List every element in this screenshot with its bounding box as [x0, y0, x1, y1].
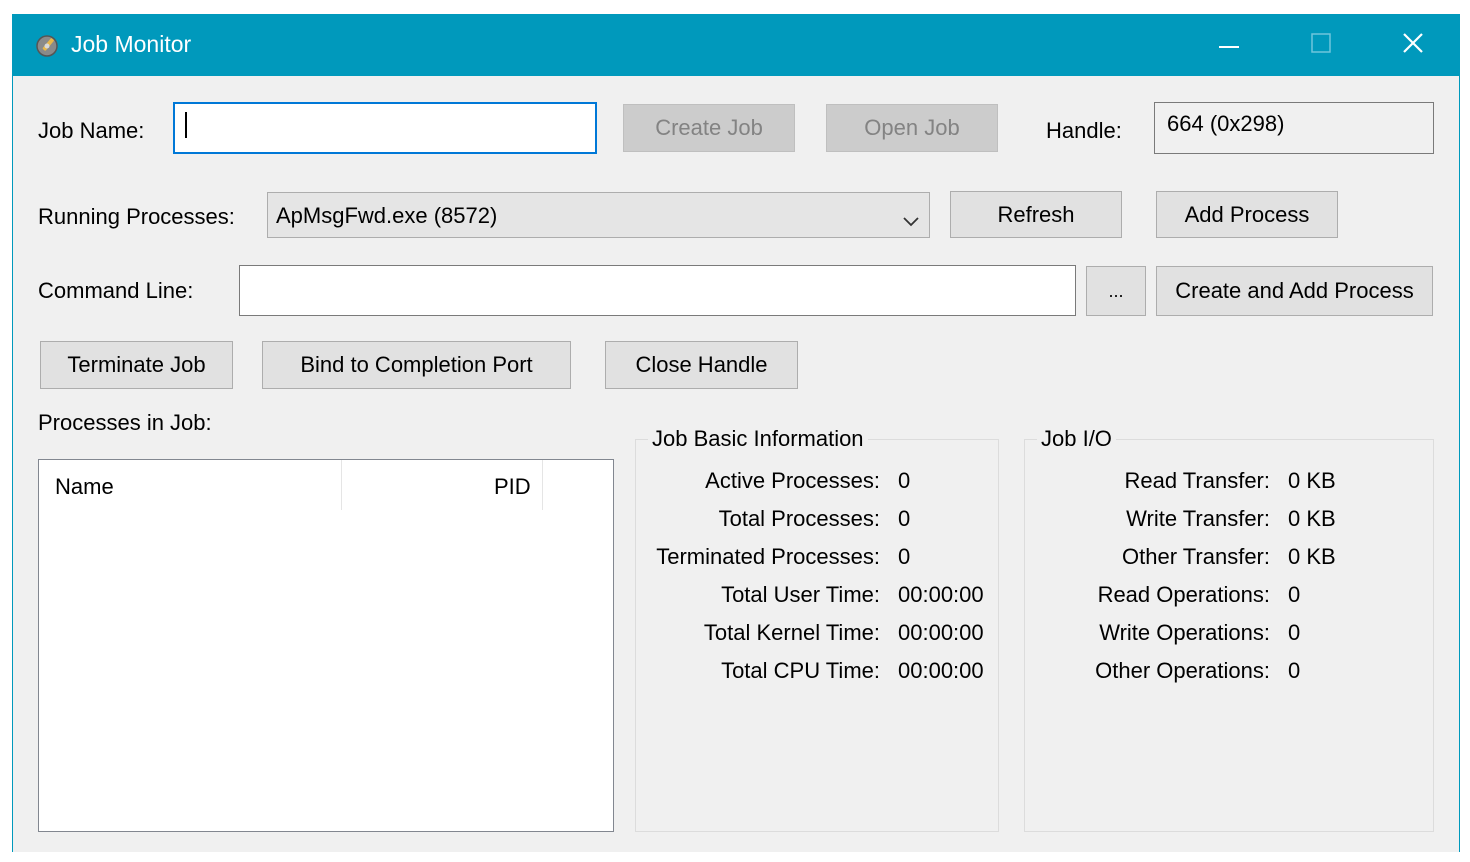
write-operations-value: 0	[1288, 620, 1301, 645]
write-operations-label: Write Operations:	[1099, 620, 1270, 645]
total-kernel-time-label: Total Kernel Time:	[703, 620, 880, 645]
chevron-down-icon	[903, 208, 919, 234]
terminated-processes-label: Terminated Processes:	[656, 544, 880, 569]
other-transfer-value: 0 KB	[1288, 544, 1336, 569]
refresh-button[interactable]: Refresh	[950, 191, 1122, 238]
open-job-button[interactable]: Open Job	[826, 104, 998, 152]
maximize-button[interactable]	[1275, 14, 1367, 76]
read-transfer-value: 0 KB	[1288, 468, 1336, 493]
create-and-add-process-button[interactable]: Create and Add Process	[1156, 266, 1433, 316]
total-cpu-time-value: 00:00:00	[898, 658, 984, 683]
job-monitor-window: Job Monitor Job Name: Create Job Open Jo…	[12, 14, 1460, 852]
list-header: Name PID	[39, 460, 613, 510]
maximize-icon	[1311, 32, 1331, 58]
handle-label: Handle:	[1046, 118, 1122, 143]
text-caret	[185, 112, 187, 138]
terminate-job-button[interactable]: Terminate Job	[40, 341, 233, 389]
close-icon	[1402, 32, 1424, 59]
handle-field[interactable]: 664 (0x298)	[1154, 102, 1434, 154]
terminated-processes-value: 0	[898, 544, 911, 569]
other-operations-label: Other Operations:	[1095, 658, 1270, 683]
other-transfer-label: Other Transfer:	[1122, 544, 1270, 569]
total-kernel-time-value: 00:00:00	[898, 620, 984, 645]
create-job-button[interactable]: Create Job	[623, 104, 795, 152]
processes-list[interactable]: Name PID	[38, 459, 614, 832]
column-divider[interactable]	[341, 460, 342, 510]
running-processes-dropdown[interactable]: ApMsgFwd.exe (8572)	[267, 192, 930, 238]
close-handle-button[interactable]: Close Handle	[605, 341, 798, 389]
column-header-name[interactable]: Name	[55, 474, 114, 500]
read-transfer-label: Read Transfer:	[1124, 468, 1270, 493]
job-basic-info-title: Job Basic Information	[648, 426, 868, 452]
command-line-input[interactable]	[239, 265, 1076, 316]
total-user-time-label: Total User Time:	[721, 582, 880, 607]
column-header-pid[interactable]: PID	[494, 474, 531, 500]
total-processes-value: 0	[898, 506, 911, 531]
job-name-input[interactable]	[173, 102, 597, 154]
command-line-label: Command Line:	[38, 278, 194, 303]
handle-value: 664 (0x298)	[1167, 111, 1285, 136]
job-basic-info-group: Job Basic Information Active Processes: …	[635, 426, 999, 832]
minimize-button[interactable]	[1183, 14, 1275, 76]
browse-button[interactable]: ...	[1086, 266, 1146, 316]
bind-completion-port-button[interactable]: Bind to Completion Port	[262, 341, 571, 389]
running-processes-label: Running Processes:	[38, 204, 235, 229]
read-operations-label: Read Operations:	[1097, 582, 1270, 607]
total-processes-label: Total Processes:	[718, 506, 880, 531]
processes-in-job-label: Processes in Job:	[38, 410, 212, 435]
write-transfer-label: Write Transfer:	[1126, 506, 1270, 531]
title-bar[interactable]: Job Monitor	[13, 14, 1459, 76]
app-icon	[35, 34, 59, 58]
active-processes-value: 0	[898, 468, 911, 493]
active-processes-label: Active Processes:	[705, 468, 880, 493]
total-cpu-time-label: Total CPU Time:	[721, 658, 880, 683]
job-name-label: Job Name:	[38, 118, 145, 143]
minimize-icon	[1219, 36, 1239, 54]
window-title: Job Monitor	[71, 31, 192, 57]
write-transfer-value: 0 KB	[1288, 506, 1336, 531]
running-processes-selected: ApMsgFwd.exe (8572)	[276, 203, 498, 228]
add-process-button[interactable]: Add Process	[1156, 191, 1338, 238]
other-operations-value: 0	[1288, 658, 1301, 683]
job-io-group: Job I/O Read Transfer: 0 KB Write Transf…	[1024, 426, 1434, 832]
job-io-title: Job I/O	[1037, 426, 1116, 452]
close-button[interactable]	[1367, 14, 1459, 76]
total-user-time-value: 00:00:00	[898, 582, 984, 607]
read-operations-value: 0	[1288, 582, 1301, 607]
column-divider[interactable]	[542, 460, 543, 510]
